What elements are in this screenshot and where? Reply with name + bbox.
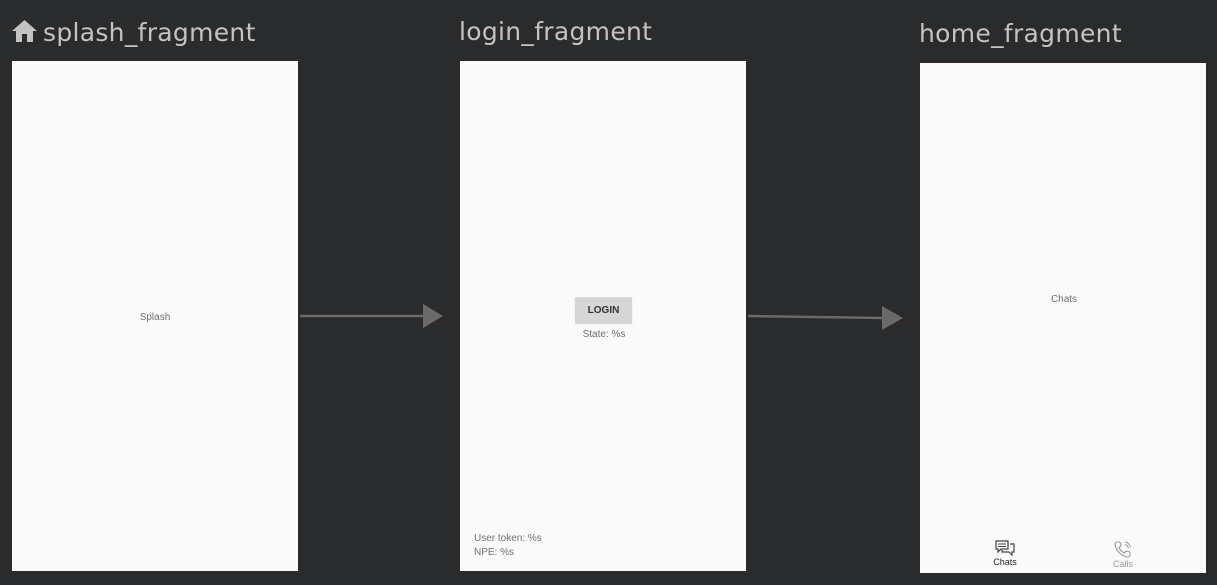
action-login-to-home[interactable] (747, 306, 903, 330)
navigation-arrows (300, 304, 903, 330)
action-splash-to-login[interactable] (300, 304, 443, 328)
